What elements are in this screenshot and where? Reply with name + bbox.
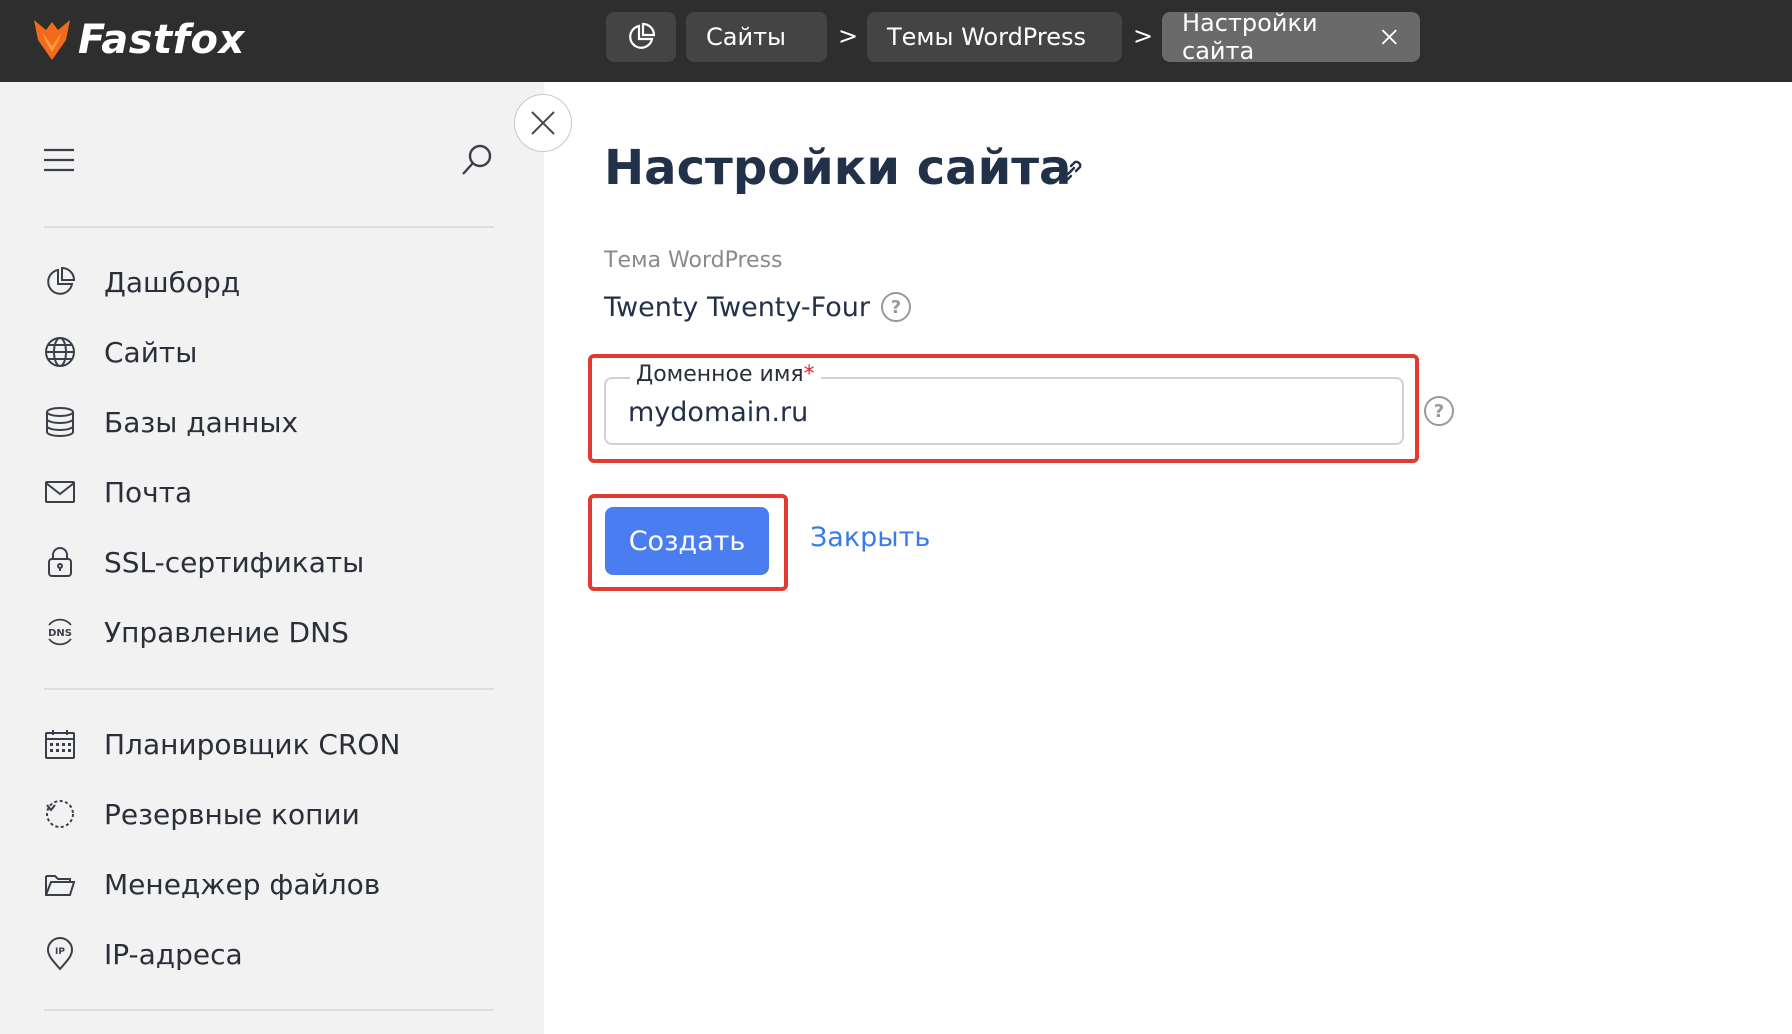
calendar-icon <box>40 724 80 764</box>
sidebar-item-label: Дашборд <box>104 265 241 299</box>
domain-field-label-text: Доменное имя <box>636 362 804 387</box>
sidebar-item-label: Сайты <box>104 335 198 369</box>
breadcrumb-sites[interactable]: Сайты <box>686 12 827 62</box>
lock-icon <box>40 542 80 582</box>
close-icon <box>531 111 555 135</box>
sidebar-item-mail[interactable]: Почта <box>40 470 192 514</box>
sidebar-item-ip[interactable]: IP IP-адреса <box>40 932 243 976</box>
svg-text:IP: IP <box>55 947 65 957</box>
sidebar-item-label: Резервные копии <box>104 797 360 831</box>
sidebar-item-databases[interactable]: Базы данных <box>40 400 298 444</box>
pie-chart-icon <box>40 262 80 302</box>
close-panel-button[interactable] <box>514 94 572 152</box>
sidebar-item-label: Управление DNS <box>104 615 349 649</box>
sidebar-item-label: Менеджер файлов <box>104 867 381 901</box>
sidebar-item-label: Планировщик CRON <box>104 727 401 761</box>
create-button[interactable]: Создать <box>605 507 769 575</box>
search-icon[interactable] <box>460 143 494 177</box>
backup-icon <box>40 794 80 834</box>
globe-icon <box>40 332 80 372</box>
ip-pin-icon: IP <box>40 934 80 974</box>
theme-help-icon[interactable]: ? <box>881 292 911 322</box>
sidebar-item-label: Базы данных <box>104 405 299 439</box>
logo-text: Fastfox <box>78 17 245 63</box>
folder-icon <box>40 864 80 904</box>
dns-icon: DNS <box>40 612 80 652</box>
breadcrumb-dashboard[interactable] <box>606 12 676 62</box>
theme-label: Тема WordPress <box>604 248 783 273</box>
domain-field-label: Доменное имя* <box>630 362 821 387</box>
top-bar: Fastfox Сайты > Темы WordPress > Настрой… <box>0 0 1792 82</box>
breadcrumb-sites-label: Сайты <box>706 23 786 51</box>
breadcrumb-separator: > <box>1133 22 1154 50</box>
sidebar-item-dns[interactable]: DNS Управление DNS <box>40 610 349 654</box>
sidebar-divider <box>44 226 494 228</box>
hamburger-menu-icon[interactable] <box>44 147 74 173</box>
link-icon[interactable] <box>1054 154 1088 188</box>
sidebar-divider <box>44 1009 494 1011</box>
sidebar-item-label: SSL-сертификаты <box>104 545 365 579</box>
sidebar-item-dashboard[interactable]: Дашборд <box>40 260 240 304</box>
sidebar-item-cron[interactable]: Планировщик CRON <box>40 722 400 766</box>
sidebar-item-backups[interactable]: Резервные копии <box>40 792 360 836</box>
database-icon <box>40 402 80 442</box>
breadcrumb-site-settings[interactable]: Настройки сайта <box>1162 9 1420 65</box>
mail-icon <box>40 472 80 512</box>
close-tab-icon[interactable] <box>1379 25 1400 49</box>
fastfox-logo[interactable]: Fastfox <box>32 12 245 68</box>
fox-logo-icon <box>34 20 70 60</box>
page-title: Настройки сайта <box>604 140 1072 196</box>
breadcrumb-separator: > <box>838 22 859 50</box>
sidebar-item-label: IP-адреса <box>104 937 243 971</box>
sidebar-item-file-manager[interactable]: Менеджер файлов <box>40 862 380 906</box>
sidebar-item-ssl[interactable]: SSL-сертификаты <box>40 540 364 584</box>
domain-input[interactable] <box>628 392 1328 432</box>
required-mark: * <box>803 362 815 387</box>
breadcrumb-wp-themes[interactable]: Темы WordPress <box>867 12 1122 62</box>
domain-help-icon[interactable]: ? <box>1424 396 1454 426</box>
breadcrumb-themes-label: Темы WordPress <box>887 23 1086 51</box>
close-link[interactable]: Закрыть <box>810 522 930 553</box>
breadcrumb-settings-label: Настройки сайта <box>1182 9 1318 65</box>
sidebar-item-label: Почта <box>104 475 193 509</box>
pie-chart-icon <box>629 22 656 49</box>
svg-text:DNS: DNS <box>48 628 72 639</box>
sidebar-item-sites[interactable]: Сайты <box>40 330 197 374</box>
theme-value: Twenty Twenty-Four <box>604 292 870 323</box>
sidebar-divider <box>44 688 494 690</box>
